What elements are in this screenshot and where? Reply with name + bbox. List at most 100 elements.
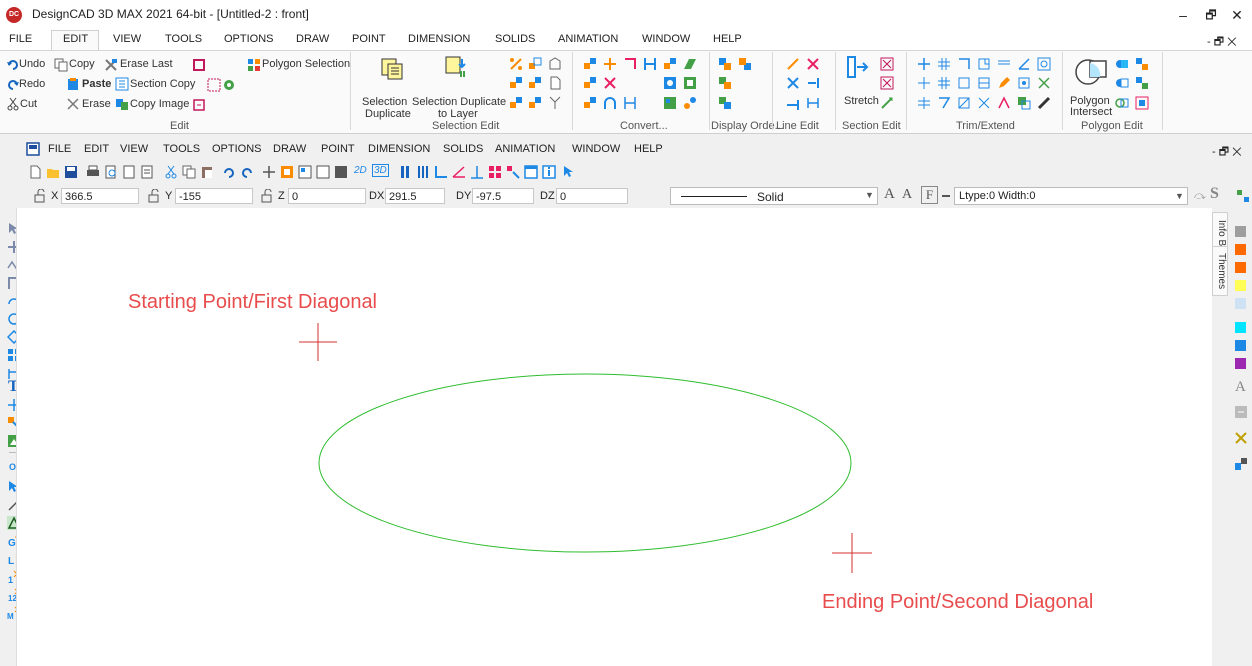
menu-point[interactable]: POINT (352, 33, 386, 45)
lock-y-icon[interactable] (147, 189, 161, 203)
lock-x-icon[interactable] (33, 189, 47, 203)
view-2d-button[interactable]: 2D (354, 165, 367, 176)
point-snap-icon[interactable] (506, 165, 520, 179)
drawn-ellipse[interactable] (318, 373, 852, 553)
cut-icon[interactable] (164, 165, 178, 179)
z-coordinate-field[interactable]: 0 (288, 188, 366, 204)
style-icon[interactable]: S (1210, 185, 1219, 203)
color-swatch[interactable] (1235, 280, 1246, 291)
color-swatch[interactable] (1235, 358, 1246, 369)
menu-options[interactable]: OPTIONS (224, 33, 274, 45)
arrow-icon[interactable]: ⤼ (1194, 190, 1206, 203)
copy-image-button[interactable]: Copy Image (130, 98, 189, 110)
color-swatch[interactable] (1235, 226, 1246, 237)
menu-help[interactable]: HELP (713, 33, 742, 45)
doc-menu-options[interactable]: OPTIONS (212, 143, 262, 155)
pan-icon[interactable] (262, 165, 276, 179)
menu-dimension[interactable]: DIMENSION (408, 33, 470, 45)
menu-tools[interactable]: TOOLS (165, 33, 202, 45)
copy-button[interactable]: Copy (69, 58, 95, 70)
grid-snap-icon[interactable] (488, 165, 502, 179)
stretch-button[interactable]: Stretch (844, 95, 879, 107)
undo-icon[interactable] (222, 165, 236, 179)
doc-menu-edit[interactable]: EDIT (84, 143, 109, 155)
print-preview-icon[interactable] (104, 165, 118, 179)
menu-file[interactable]: FILE (9, 33, 32, 45)
help-pointer-icon[interactable] (562, 165, 576, 179)
doc-menu-tools[interactable]: TOOLS (163, 143, 200, 155)
menu-window[interactable]: WINDOW (642, 33, 690, 45)
polygon-intersect-label-2[interactable]: Intersect (1070, 106, 1112, 118)
cut-button[interactable]: Cut (20, 98, 37, 110)
doc-menu-point[interactable]: POINT (321, 143, 355, 155)
line-style-dropdown[interactable]: Solid ▼ (670, 187, 878, 205)
angle-snap-icon[interactable] (452, 165, 466, 179)
view-icon-2[interactable] (316, 165, 330, 179)
paste-icon[interactable] (200, 165, 214, 179)
paste-button[interactable]: Paste (82, 78, 111, 90)
snap-icon[interactable] (470, 165, 484, 179)
erase-button[interactable]: Erase (82, 98, 111, 110)
font-icon[interactable]: F (921, 186, 938, 204)
restore-button[interactable]: 🗗 (1198, 4, 1224, 26)
copy-icon[interactable] (182, 165, 196, 179)
menu-animation[interactable]: ANIMATION (558, 33, 618, 45)
dx-field[interactable]: 291.5 (385, 188, 445, 204)
erase-last-button[interactable]: Erase Last (120, 58, 173, 70)
object-info-icon[interactable] (1234, 457, 1248, 471)
new-file-icon[interactable] (28, 165, 42, 179)
layer-icon[interactable] (1234, 405, 1248, 419)
font-size-decrease-icon[interactable]: A (902, 187, 912, 203)
menu-edit[interactable]: EDIT (63, 33, 88, 45)
polygon-selection-button[interactable]: Polygon Selection (262, 58, 350, 70)
page-icon[interactable] (122, 165, 136, 179)
redo-icon[interactable] (240, 165, 254, 179)
save-icon[interactable] (64, 165, 78, 179)
section-copy-button[interactable]: Section Copy (130, 78, 195, 90)
color-swatch[interactable] (1235, 244, 1246, 255)
view-3d-button[interactable]: 3D (372, 164, 389, 177)
doc-menu-dimension[interactable]: DIMENSION (368, 143, 430, 155)
selection-duplicate-label-2[interactable]: Duplicate (365, 108, 411, 120)
open-folder-icon[interactable] (46, 165, 60, 179)
themes-tab[interactable]: Themes (1212, 246, 1228, 296)
doc-menu-solids[interactable]: SOLIDS (443, 143, 483, 155)
info-icon[interactable] (542, 165, 556, 179)
minimize-button[interactable]: – (1170, 4, 1196, 26)
dy-field[interactable]: -97.5 (472, 188, 534, 204)
doc-menu-help[interactable]: HELP (634, 143, 663, 155)
close-button[interactable]: ✕ (1224, 4, 1250, 26)
selection-duplicate-layer-label-2[interactable]: to Layer (438, 108, 478, 120)
redo-button[interactable]: Redo (19, 78, 45, 90)
doc-menu-view[interactable]: VIEW (120, 143, 148, 155)
menu-view[interactable]: VIEW (113, 33, 141, 45)
view-icon-3[interactable] (334, 165, 348, 179)
menu-solids[interactable]: SOLIDS (495, 33, 535, 45)
color-swatch[interactable] (1235, 262, 1246, 273)
color-swatch[interactable] (1235, 298, 1246, 309)
grid-lines-icon[interactable] (416, 165, 430, 179)
ltype-width-dropdown[interactable]: Ltype:0 Width:0 ▼ (954, 187, 1188, 205)
x-coordinate-field[interactable]: 366.5 (61, 188, 139, 204)
selection-duplicate-layer-label-1[interactable]: Selection Duplicate (412, 96, 506, 108)
doc-menu-file[interactable]: FILE (48, 143, 71, 155)
window-icon[interactable] (524, 165, 538, 179)
doc-menu-window[interactable]: WINDOW (572, 143, 620, 155)
font-size-increase-icon[interactable]: A (884, 186, 895, 203)
zoom-window-icon[interactable] (280, 165, 294, 179)
y-coordinate-field[interactable]: -155 (175, 188, 253, 204)
lock-z-icon[interactable] (260, 189, 274, 203)
pattern-icon[interactable] (1234, 431, 1248, 445)
selection-duplicate-label-1[interactable]: Selection (362, 96, 407, 108)
text-style-icon[interactable]: A (1235, 379, 1246, 396)
view-icon-1[interactable] (298, 165, 312, 179)
pause-icon[interactable] (398, 165, 412, 179)
page-setup-icon[interactable] (140, 165, 154, 179)
dz-field[interactable]: 0 (556, 188, 628, 204)
menu-draw[interactable]: DRAW (296, 33, 329, 45)
ortho-icon[interactable] (434, 165, 448, 179)
settings-icon[interactable] (1236, 189, 1250, 203)
color-swatch[interactable] (1235, 322, 1246, 333)
doc-menu-animation[interactable]: ANIMATION (495, 143, 555, 155)
print-icon[interactable] (86, 165, 100, 179)
